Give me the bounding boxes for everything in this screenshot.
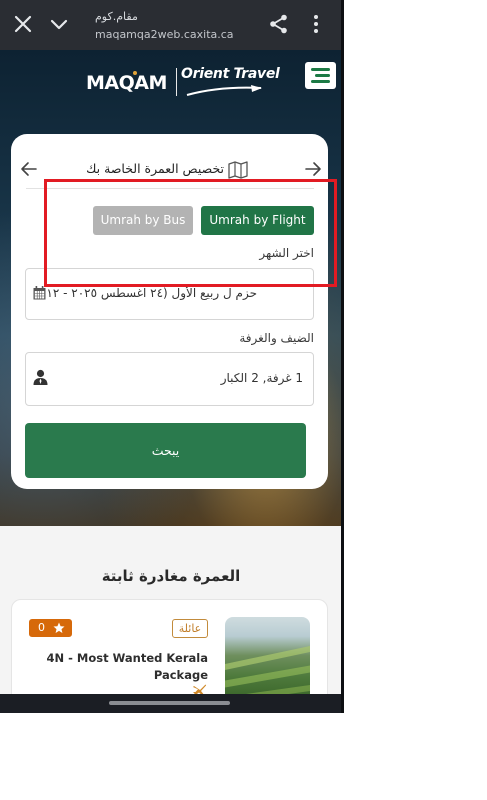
url-text[interactable]: maqamqa2web.caxita.ca xyxy=(95,28,234,41)
arrow-right-icon[interactable] xyxy=(303,159,323,179)
orient-travel-logo[interactable]: Orient Travel xyxy=(181,66,280,82)
calendar-icon xyxy=(33,286,46,300)
hamburger-menu-button[interactable] xyxy=(305,62,336,89)
menu-line-icon xyxy=(315,74,330,77)
share-icon[interactable] xyxy=(268,13,290,35)
logo-divider xyxy=(176,68,177,96)
month-value[interactable]: حزم ل ربيع الأول (٢٤ اغسطس ٢٠٢٥ - ١٢ xyxy=(47,286,257,300)
more-vertical-icon[interactable] xyxy=(307,13,325,35)
rating-value: 0 xyxy=(38,621,45,634)
orient-swoosh-icon xyxy=(186,85,262,96)
card-title: تخصيص العمرة الخاصة بك xyxy=(86,161,224,176)
guests-label: الضيف والغرفة xyxy=(239,331,314,345)
map-icon xyxy=(228,161,248,179)
menu-line-icon xyxy=(311,68,330,71)
search-button[interactable]: يبحث xyxy=(25,423,306,478)
maqam-logo[interactable]: MAQAM xyxy=(86,66,171,96)
category-tag: عائلة xyxy=(172,619,208,638)
chevron-down-icon[interactable] xyxy=(47,12,71,36)
page-title: مقام.كوم xyxy=(95,10,138,23)
star-icon xyxy=(53,622,65,633)
arrow-left-icon[interactable] xyxy=(19,159,39,179)
guests-value[interactable]: 1 غرفة, 2 الكبار xyxy=(150,371,303,385)
section-title: العمرة مغادرة ثابتة xyxy=(101,567,241,585)
package-title[interactable]: 4N - Most Wanted Kerala Package xyxy=(30,650,209,684)
close-icon[interactable] xyxy=(11,12,35,36)
highlight-annotation-box xyxy=(44,179,337,287)
user-icon xyxy=(33,369,48,385)
phone-edge xyxy=(341,0,344,713)
rating-badge xyxy=(29,619,72,637)
menu-line-icon xyxy=(311,80,330,83)
maqam-logo-text: MAQAM xyxy=(86,72,167,94)
phone-screen: مقام.كوم maqamqa2web.caxita.ca MAQAM Ori… xyxy=(0,0,343,713)
home-gesture-handle[interactable] xyxy=(109,701,230,705)
